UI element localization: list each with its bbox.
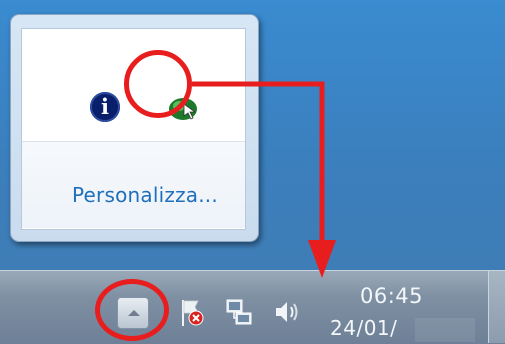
customize-link[interactable]: Personalizza... bbox=[72, 183, 218, 207]
notification-overflow-popup: i Personalizza... bbox=[10, 14, 259, 242]
info-icon[interactable]: i bbox=[90, 92, 120, 122]
clock-date[interactable]: 24/01/ bbox=[330, 316, 397, 340]
clock-time[interactable]: 06:45 bbox=[360, 284, 423, 308]
action-center-flag-icon[interactable] bbox=[180, 298, 206, 328]
highlight-circle-chevron bbox=[95, 279, 169, 341]
show-desktop-button[interactable] bbox=[488, 271, 505, 343]
redacted-area bbox=[415, 318, 475, 342]
customize-area: Personalizza... bbox=[22, 142, 245, 228]
overflow-panel: i Personalizza... bbox=[21, 28, 246, 230]
volume-icon[interactable] bbox=[272, 298, 302, 326]
network-icon[interactable] bbox=[224, 297, 254, 327]
highlight-circle-app bbox=[124, 50, 192, 118]
